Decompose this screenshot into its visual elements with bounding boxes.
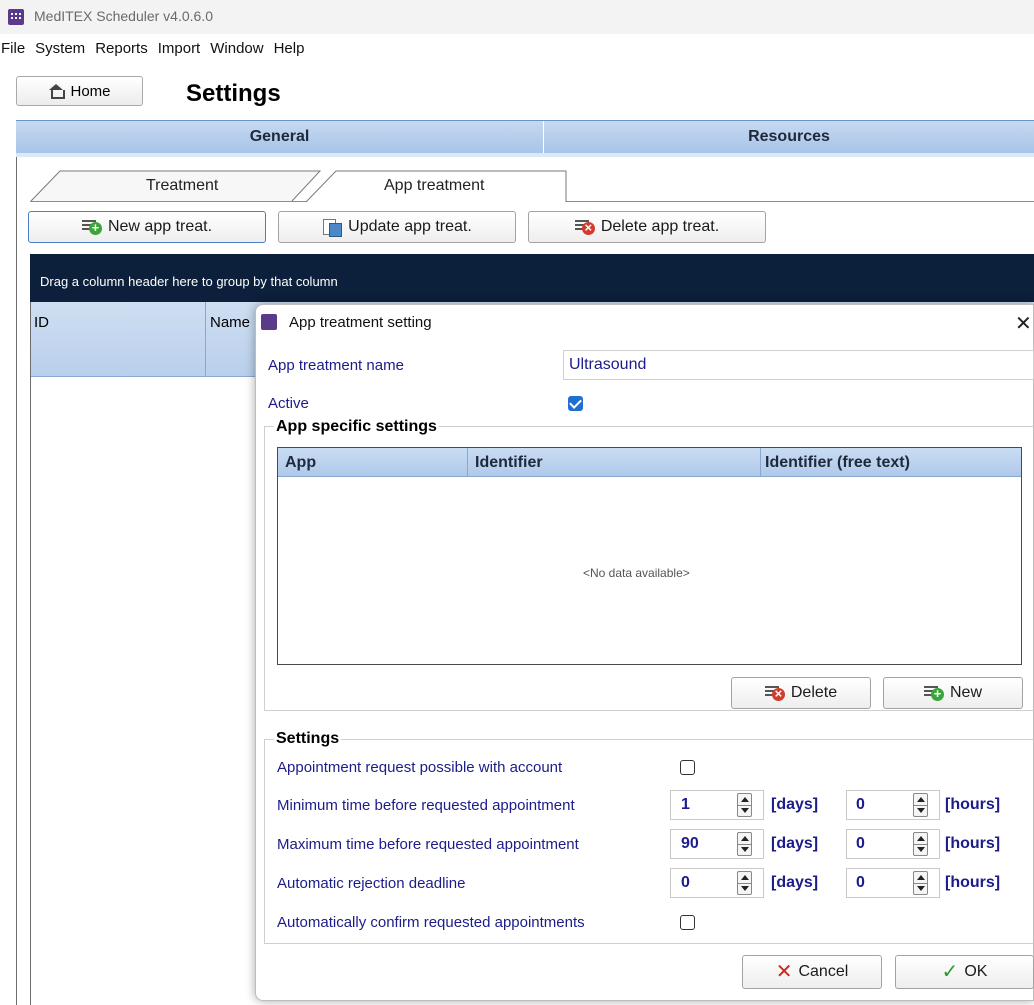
add-list-icon xyxy=(923,684,944,702)
add-list-icon xyxy=(81,218,102,236)
new-button[interactable]: New xyxy=(883,677,1023,709)
new-label: New xyxy=(949,684,982,701)
grid-border xyxy=(30,302,31,1005)
content-border xyxy=(16,157,17,1005)
group-by-hint: Drag a column header here to group by th… xyxy=(40,274,338,289)
max-hours-value: 0 xyxy=(856,835,865,852)
column-separator xyxy=(205,302,206,377)
menu-file[interactable]: File xyxy=(0,37,30,63)
treatment-name-label: App treatment name xyxy=(268,357,404,374)
dialog-app-icon xyxy=(261,314,277,330)
settings-title: Settings xyxy=(274,730,342,748)
close-icon[interactable]: ✕ xyxy=(1015,311,1032,336)
days-unit: [days] xyxy=(771,835,819,852)
section-underline xyxy=(16,153,1034,157)
check-icon: ✓ xyxy=(941,961,959,983)
column-separator xyxy=(760,448,761,477)
delete-app-treatment-button[interactable]: Delete app treat. xyxy=(528,211,766,243)
dialog-title: App treatment setting xyxy=(289,314,432,331)
delete-app-treatment-label: Delete app treat. xyxy=(600,218,720,235)
cancel-label: Cancel xyxy=(798,963,849,980)
menu-window[interactable]: Window xyxy=(205,37,268,63)
tab-app-treatment-label: App treatment xyxy=(384,177,485,194)
new-app-treatment-button[interactable]: New app treat. xyxy=(28,211,266,243)
request-possible-checkbox[interactable] xyxy=(680,760,695,775)
new-app-treatment-label: New app treat. xyxy=(107,218,213,235)
min-time-label: Minimum time before requested appointmen… xyxy=(277,797,575,814)
delete-list-icon xyxy=(764,684,785,702)
section-tab-bar: General Resources xyxy=(16,120,1034,153)
home-label: Home xyxy=(70,82,111,100)
tab-treatment[interactable]: Treatment xyxy=(30,170,322,202)
rejection-deadline-label: Automatic rejection deadline xyxy=(277,875,466,892)
min-hours-value: 0 xyxy=(856,796,865,813)
column-header-name[interactable]: Name xyxy=(210,314,250,331)
max-days-value: 90 xyxy=(681,835,699,852)
hours-unit: [hours] xyxy=(945,796,1001,813)
tab-treatment-label: Treatment xyxy=(146,177,219,194)
tab-app-treatment[interactable]: App treatment xyxy=(306,170,568,202)
hours-unit: [hours] xyxy=(945,874,1001,891)
menu-bar: File System Reports Import Window Help xyxy=(0,37,309,63)
reject-days-spinner[interactable] xyxy=(737,871,752,895)
delete-label: Delete xyxy=(790,684,838,701)
update-app-treatment-label: Update app treat. xyxy=(348,218,472,235)
max-days-spinner[interactable] xyxy=(737,832,752,856)
window-title: MedITEX Scheduler v4.0.6.0 xyxy=(34,8,213,24)
max-hours-spinner[interactable] xyxy=(913,832,928,856)
active-label: Active xyxy=(268,395,309,412)
ok-button[interactable]: ✓ OK xyxy=(895,955,1034,989)
menu-reports[interactable]: Reports xyxy=(90,37,153,63)
home-icon xyxy=(48,84,66,99)
days-unit: [days] xyxy=(771,796,819,813)
cancel-icon: ✕ xyxy=(775,961,793,983)
delete-list-icon xyxy=(574,218,595,236)
request-possible-label: Appointment request possible with accoun… xyxy=(277,759,563,776)
auto-confirm-label: Automatically confirm requested appointm… xyxy=(277,914,585,931)
min-hours-spinner[interactable] xyxy=(913,793,928,817)
app-specific-title: App specific settings xyxy=(274,418,439,436)
menu-system[interactable]: System xyxy=(30,37,90,63)
treatment-name-value: Ultrasound xyxy=(569,356,647,373)
cancel-button[interactable]: ✕ Cancel xyxy=(742,955,882,989)
column-header-app[interactable]: App xyxy=(285,454,316,472)
tab-resources[interactable]: Resources xyxy=(544,121,1034,153)
min-days-spinner[interactable] xyxy=(737,793,752,817)
page-title: Settings xyxy=(186,80,281,107)
empty-grid-message: <No data available> xyxy=(583,566,690,580)
update-app-treatment-button[interactable]: Update app treat. xyxy=(278,211,516,243)
min-days-value: 1 xyxy=(681,796,690,813)
ok-label: OK xyxy=(964,963,988,980)
tab-general[interactable]: General xyxy=(16,121,544,153)
reject-hours-spinner[interactable] xyxy=(913,871,928,895)
auto-confirm-checkbox[interactable] xyxy=(680,915,695,930)
menu-help[interactable]: Help xyxy=(269,37,310,63)
days-unit: [days] xyxy=(771,874,819,891)
hours-unit: [hours] xyxy=(945,835,1001,852)
home-button[interactable]: Home xyxy=(16,76,143,106)
reject-hours-value: 0 xyxy=(856,874,865,891)
max-time-label: Maximum time before requested appointmen… xyxy=(277,836,579,853)
app-icon xyxy=(8,9,24,25)
column-header-identifier[interactable]: Identifier xyxy=(475,454,543,472)
column-header-id[interactable]: ID xyxy=(34,314,49,331)
delete-button[interactable]: Delete xyxy=(731,677,871,709)
app-specific-grid xyxy=(277,447,1022,665)
column-header-identifier-free-text[interactable]: Identifier (free text) xyxy=(765,454,910,472)
reject-days-value: 0 xyxy=(681,874,690,891)
edit-document-icon xyxy=(322,218,343,237)
column-separator xyxy=(467,448,468,477)
active-checkbox[interactable] xyxy=(568,396,583,411)
menu-import[interactable]: Import xyxy=(153,37,206,63)
